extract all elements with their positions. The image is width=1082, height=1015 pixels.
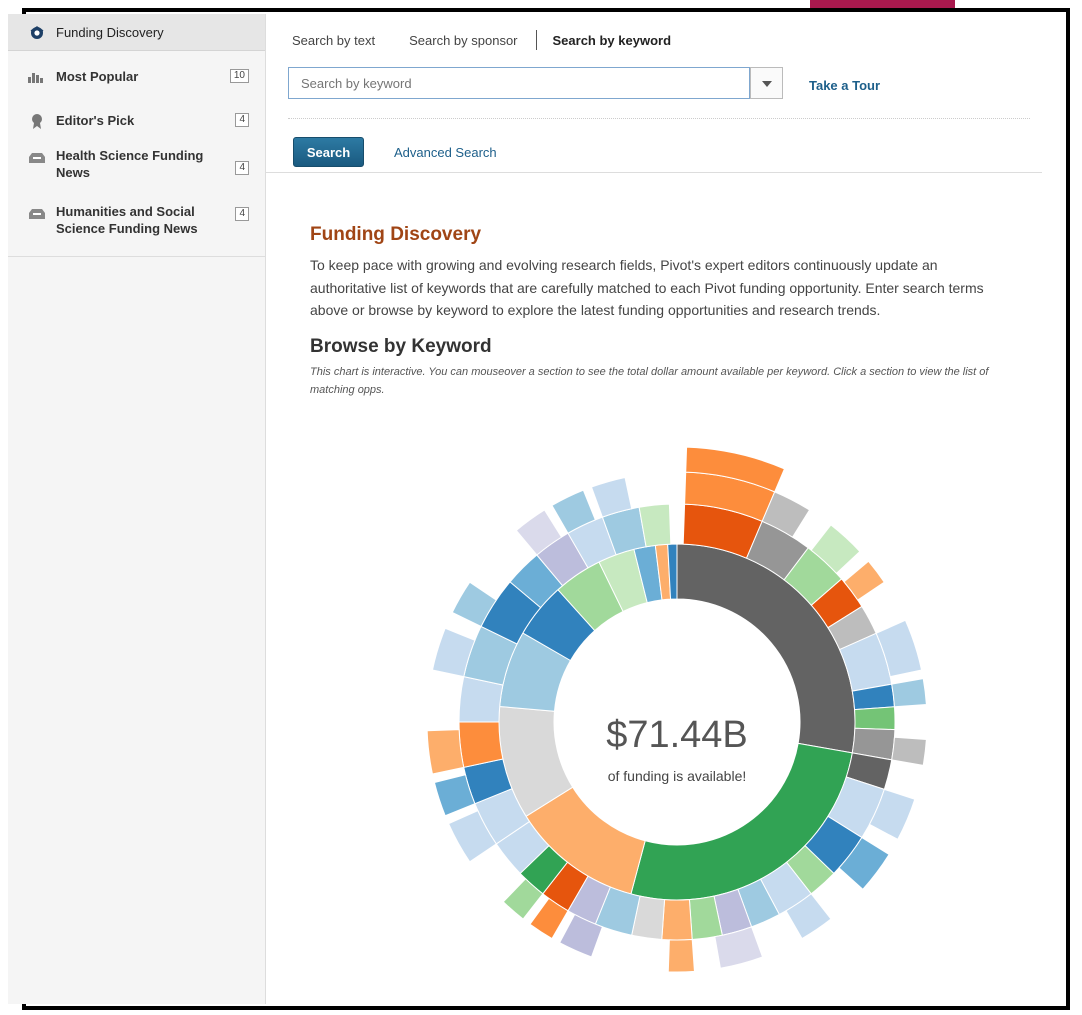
sidebar-item-label: Most Popular bbox=[56, 68, 139, 84]
advanced-search-link[interactable]: Advanced Search bbox=[394, 145, 497, 160]
count-badge: 4 bbox=[235, 113, 249, 127]
sidebar-item-label: Humanities and Social Science Funding Ne… bbox=[56, 204, 198, 236]
inbox-tray-icon bbox=[28, 151, 46, 165]
search-dropdown-button[interactable] bbox=[750, 67, 783, 99]
keyword-search-field bbox=[288, 67, 750, 99]
award-ribbon-icon bbox=[28, 113, 46, 129]
page-description: To keep pace with growing and evolving r… bbox=[310, 257, 984, 318]
total-funding-label: of funding is available! bbox=[607, 768, 747, 784]
sidebar-item-humanities-news[interactable]: Humanities and Social Science Funding Ne… bbox=[8, 195, 265, 257]
inbox-tray-icon bbox=[28, 207, 46, 221]
sidebar-item-label: Funding Discovery bbox=[56, 24, 164, 40]
total-funding-value: $71.44B bbox=[606, 714, 748, 756]
top-accent-bar bbox=[810, 0, 955, 8]
sidebar-item-label: Health Science Funding News bbox=[56, 148, 204, 180]
sidebar-item-funding-discovery[interactable]: Funding Discovery bbox=[8, 14, 265, 51]
sidebar-item-health-science-news[interactable]: Health Science Funding News 4 bbox=[8, 139, 265, 195]
search-tabs: Search by text Search by sponsor Search … bbox=[292, 30, 705, 50]
bar-chart-icon bbox=[28, 70, 46, 84]
count-badge: 4 bbox=[235, 161, 249, 175]
search-button[interactable]: Search bbox=[293, 137, 364, 167]
keyword-search-input[interactable] bbox=[299, 68, 723, 98]
divider bbox=[288, 118, 1030, 119]
page-title: Funding Discovery bbox=[310, 224, 482, 245]
eye-icon bbox=[28, 25, 46, 40]
browse-keyword-heading: Browse by Keyword bbox=[310, 336, 492, 357]
sidebar-item-label: Editor's Pick bbox=[56, 112, 135, 128]
chevron-down-icon bbox=[761, 74, 772, 92]
sidebar: Funding Discovery Most Popular 10 Editor… bbox=[8, 14, 266, 1004]
count-badge: 4 bbox=[235, 207, 249, 221]
take-a-tour-link[interactable]: Take a Tour bbox=[809, 78, 880, 93]
tab-search-by-keyword[interactable]: Search by keyword bbox=[553, 33, 672, 48]
sidebar-item-most-popular[interactable]: Most Popular 10 bbox=[8, 51, 265, 101]
tab-search-by-text[interactable]: Search by text bbox=[292, 33, 375, 48]
tab-divider bbox=[535, 30, 537, 50]
count-badge: 10 bbox=[229, 69, 249, 83]
search-panel: Search by text Search by sponsor Search … bbox=[266, 14, 1042, 173]
tab-search-by-sponsor[interactable]: Search by sponsor bbox=[409, 33, 517, 48]
sidebar-item-editors-pick[interactable]: Editor's Pick 4 bbox=[8, 101, 265, 139]
browse-keyword-note: This chart is interactive. You can mouse… bbox=[310, 366, 989, 396]
